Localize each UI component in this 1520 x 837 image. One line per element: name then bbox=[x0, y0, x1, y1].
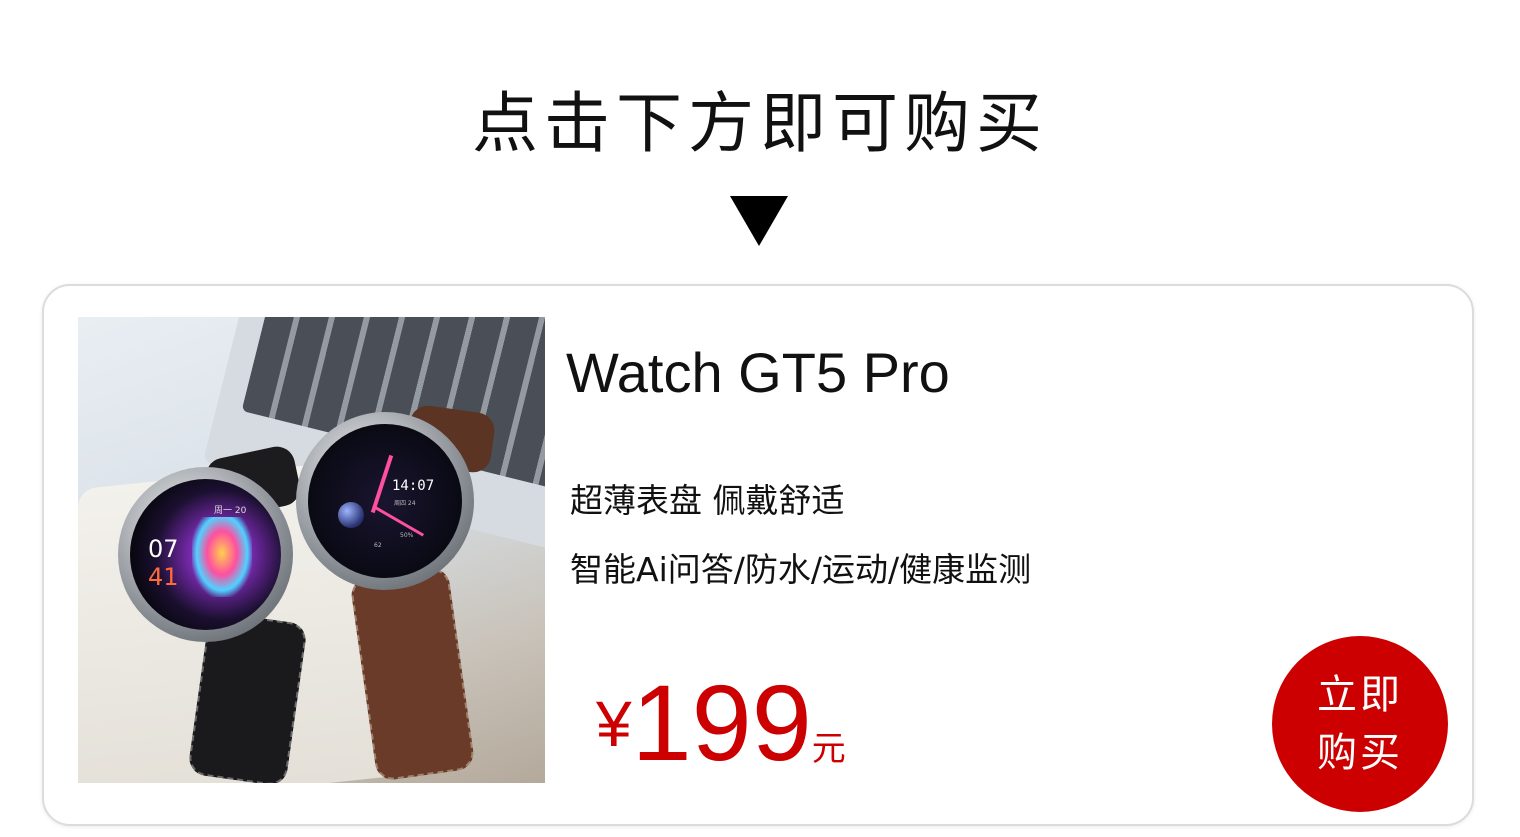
buy-now-button[interactable]: 立即购买 bbox=[1272, 636, 1448, 812]
deer-artwork bbox=[192, 517, 252, 597]
right-watch-time: 14:07 bbox=[392, 478, 435, 494]
right-watch: 14:07 周四 24 50% 62 bbox=[296, 412, 474, 590]
page-title: 点击下方即可购买 bbox=[472, 85, 1048, 162]
left-watch-hour: 07 bbox=[148, 535, 179, 563]
product-title: Watch GT5 Pro bbox=[566, 341, 950, 404]
down-arrow-icon bbox=[730, 196, 788, 246]
left-watch-minute: 41 bbox=[148, 563, 179, 591]
left-watch-face: 周一 20 07 41 bbox=[130, 479, 281, 630]
price-currency: ¥ bbox=[596, 688, 632, 760]
right-watch-face: 14:07 周四 24 50% 62 bbox=[308, 424, 462, 578]
right-watch-battery: 50% bbox=[400, 532, 414, 539]
right-watch-steps: 62 bbox=[374, 542, 382, 549]
feature-line-1: 超薄表盘 佩戴舒适 bbox=[570, 481, 845, 520]
price: ¥199元 bbox=[596, 660, 846, 785]
product-image[interactable]: 周一 20 07 41 14:07 周四 24 50% 62 bbox=[78, 317, 545, 783]
price-unit: 元 bbox=[811, 729, 846, 769]
feature-line-2: 智能Ai问答/防水/运动/健康监测 bbox=[570, 550, 1032, 589]
buy-now-label: 立即购买 bbox=[1317, 672, 1403, 776]
left-watch-date: 周一 20 bbox=[214, 506, 247, 516]
right-watch-day: 周四 24 bbox=[394, 500, 416, 507]
price-value: 199 bbox=[631, 662, 812, 783]
left-watch: 周一 20 07 41 bbox=[118, 467, 293, 642]
planet-graphic bbox=[338, 502, 364, 528]
watch-hand bbox=[370, 454, 394, 514]
